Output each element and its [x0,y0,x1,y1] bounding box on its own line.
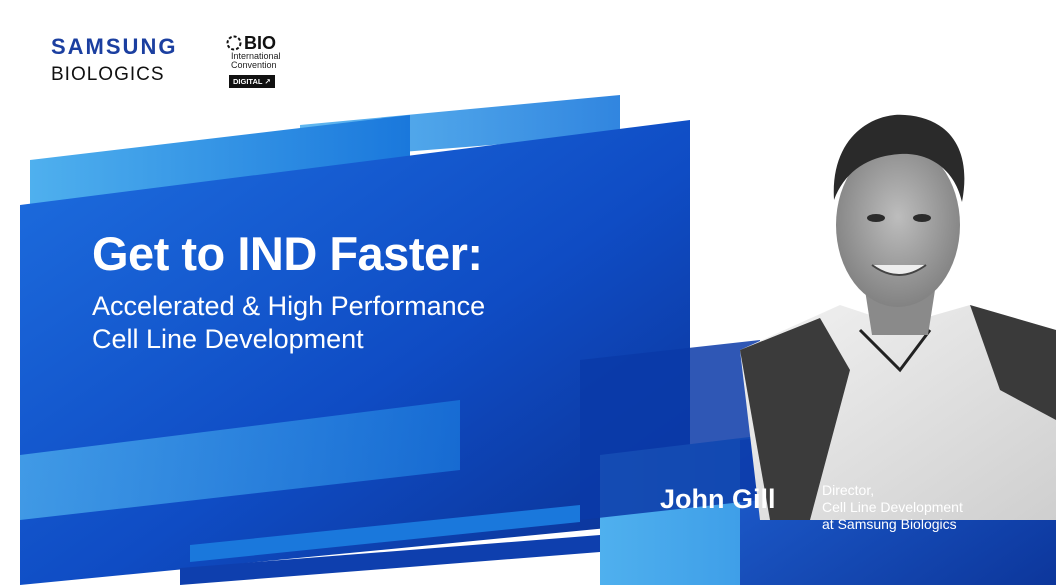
headline-block: Get to IND Faster: Accelerated & High Pe… [92,228,485,356]
speaker-role-line1: Director, [822,482,875,498]
bio-globe-icon [226,35,242,51]
bio-logo-title: BIO [226,34,296,52]
speaker-name: John Gill [660,484,776,514]
title-slide: SAMSUNG BIOLOGICS BIO International Conv… [0,0,1056,585]
headline-subtitle-line1: Accelerated & High Performance [92,290,486,321]
headline-title: Get to IND Faster: [92,227,483,280]
headline-subtitle-line2: Cell Line Development [92,323,364,354]
bio-convention-logo: BIO International Convention DIGITAL ↗ [226,34,296,89]
speaker-role-line2: Cell Line Development [822,498,963,515]
speaker-role-line3: at Samsung Biologics [822,515,957,532]
bio-logo-name: BIO [244,33,277,53]
speaker-role: Director, Cell Line Development at Samsu… [822,482,963,532]
samsung-logo: SAMSUNG [51,34,178,59]
digital-badge: DIGITAL ↗ [229,74,275,88]
bio-logo-line2: Convention [231,60,277,71]
biologics-logo-text: BIOLOGICS [51,64,165,85]
speaker-portrait-icon [740,114,1056,520]
